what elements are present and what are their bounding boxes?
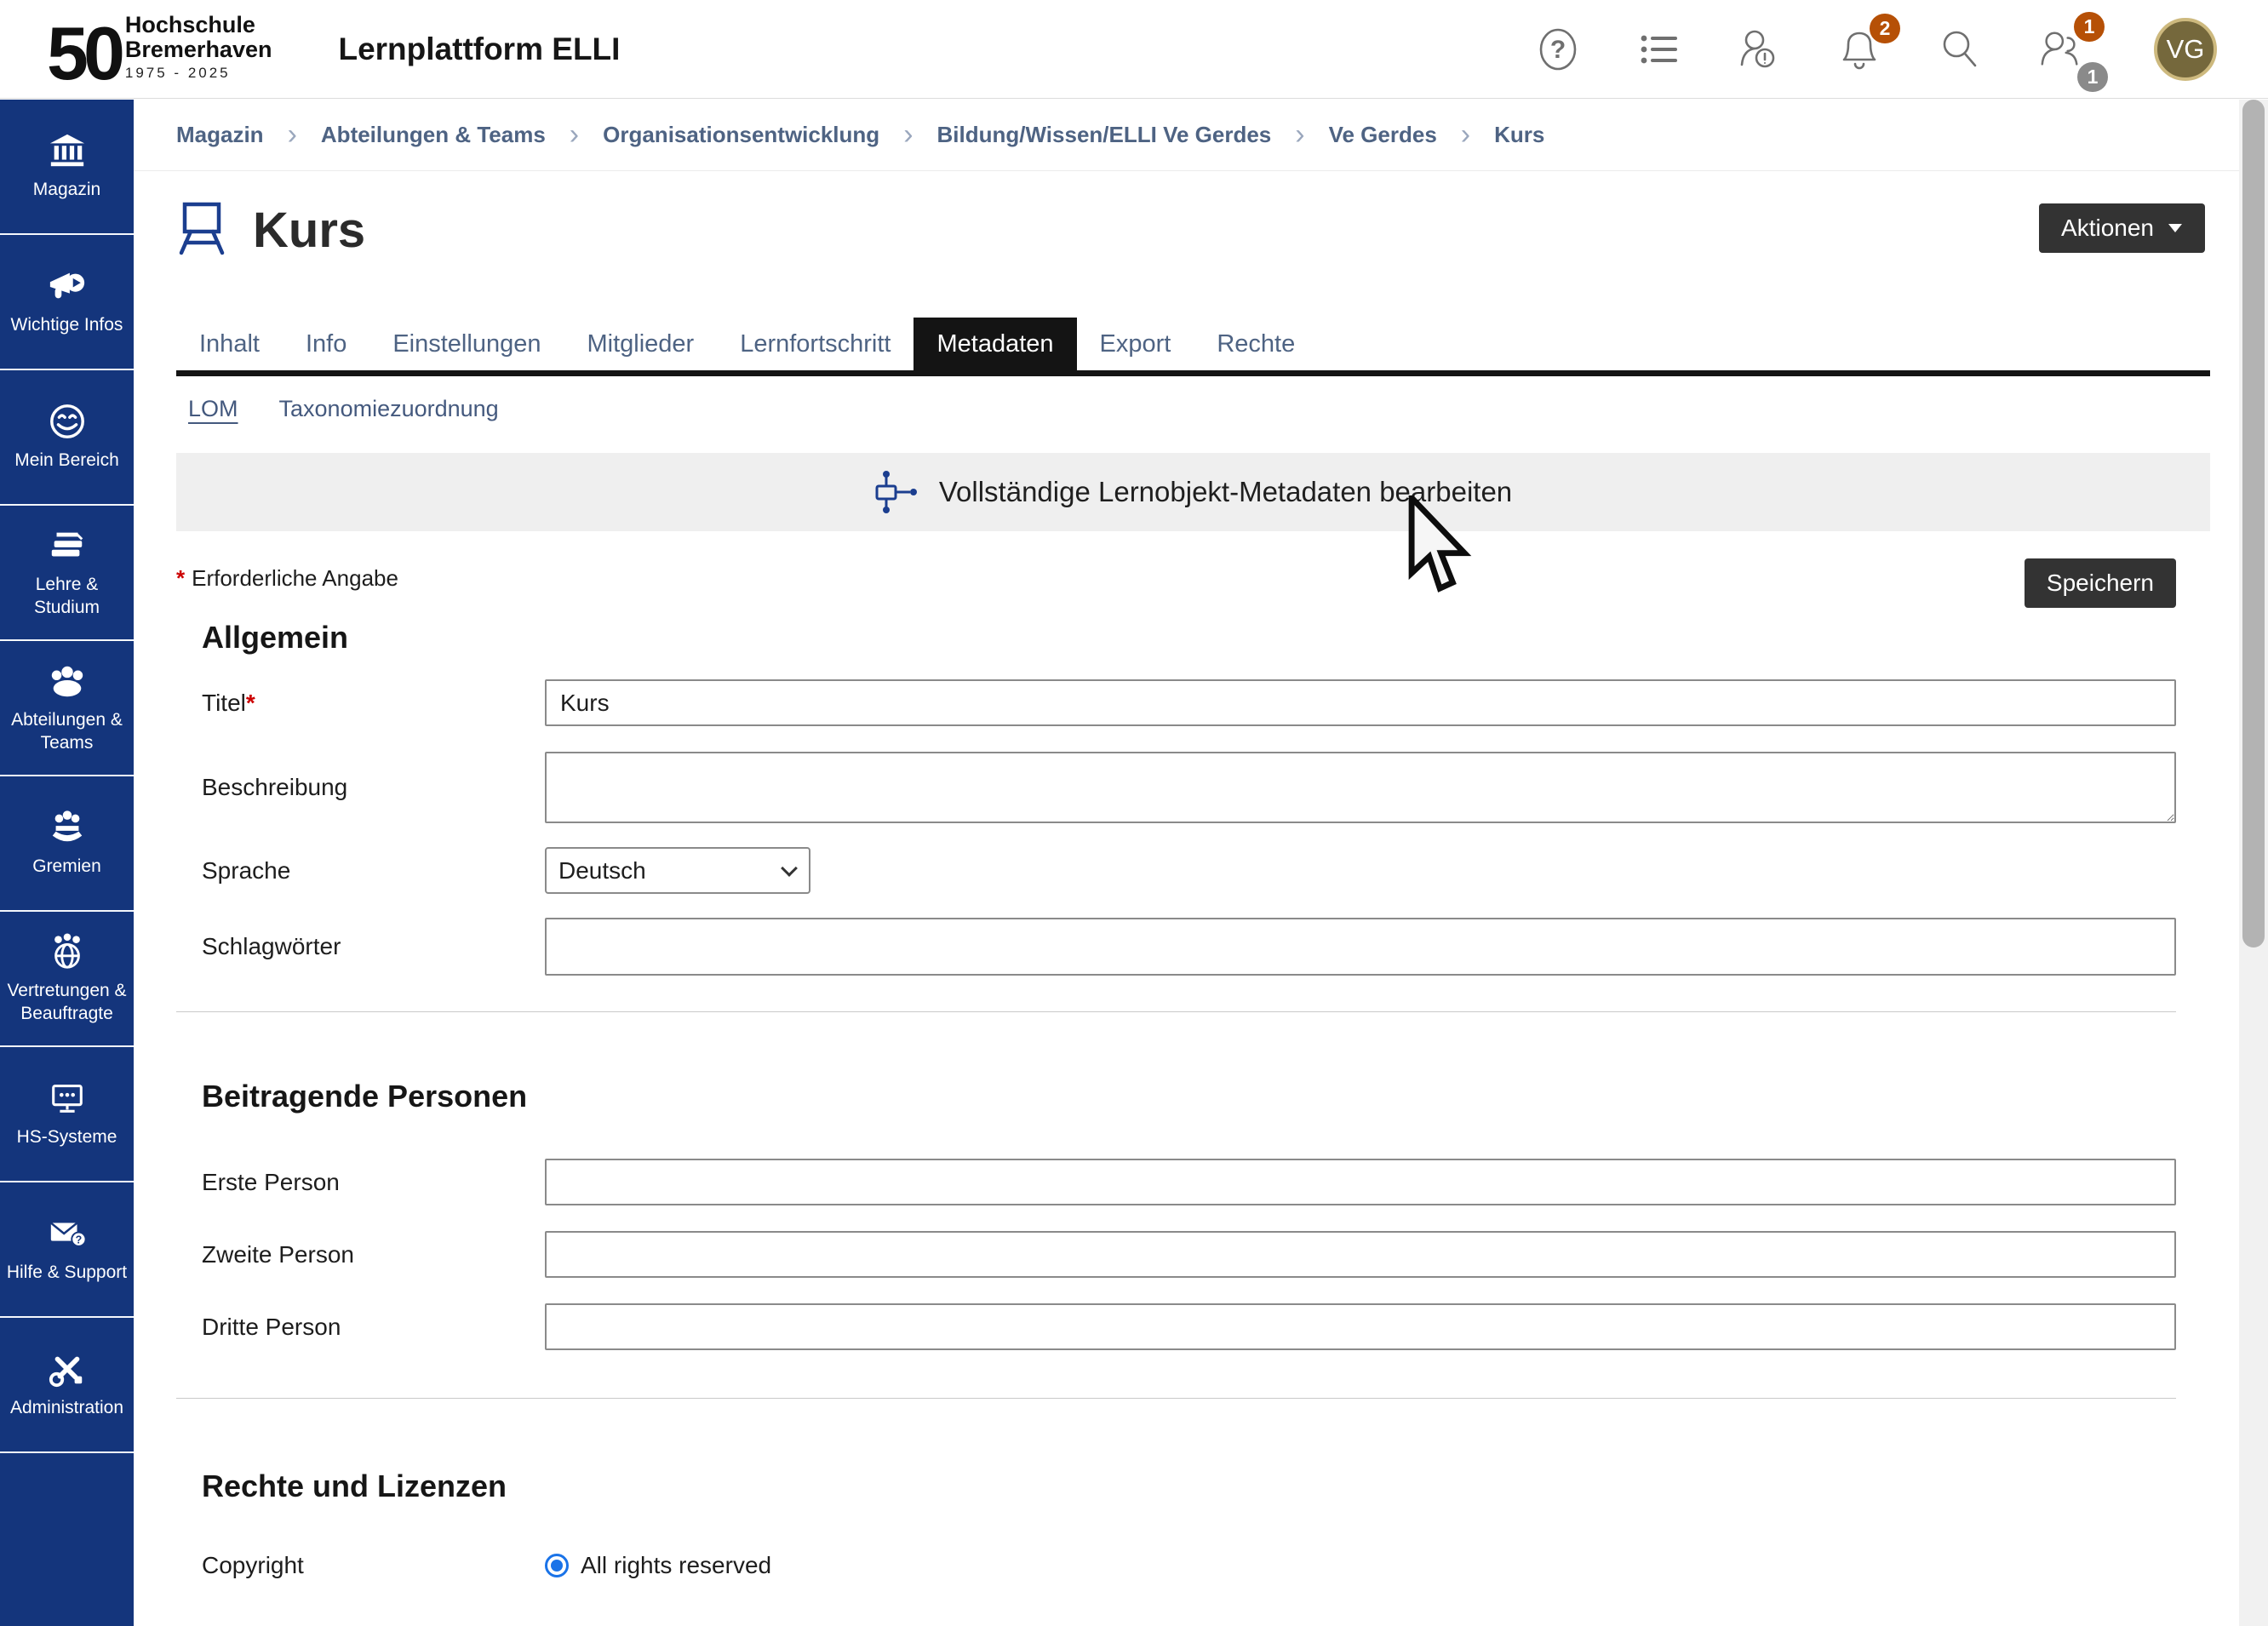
- sidebar-item-gremien[interactable]: Gremien: [0, 776, 134, 912]
- monitor-icon: [48, 1079, 87, 1118]
- tools-icon: [48, 1349, 87, 1388]
- care-group-icon: [48, 808, 87, 847]
- section-divider: [176, 1398, 2176, 1399]
- smiley-icon: [48, 402, 87, 441]
- beschreibung-label: Beschreibung: [202, 774, 545, 801]
- contacts-badge-count: 1: [2077, 62, 2108, 92]
- tab-mitglieder[interactable]: Mitglieder: [564, 318, 717, 370]
- chevron-right-icon: ›: [570, 118, 579, 152]
- bank-icon: [48, 131, 87, 170]
- main-area: Magazin › Abteilungen & Teams › Organisa…: [134, 100, 2239, 1626]
- schlagwoerter-label: Schlagwörter: [202, 933, 545, 960]
- chevron-right-icon: ›: [1461, 118, 1470, 152]
- tab-export[interactable]: Export: [1077, 318, 1194, 370]
- dritte-person-label: Dritte Person: [202, 1314, 545, 1341]
- bell-badge: 2: [1870, 14, 1900, 43]
- scrollbar: [2239, 100, 2268, 1626]
- breadcrumb-abteilungen[interactable]: Abteilungen & Teams: [321, 122, 546, 148]
- course-easel-icon: [176, 200, 227, 261]
- required-legend: *Erforderliche Angabe: [176, 558, 398, 592]
- subtab-taxonomiezuordnung[interactable]: Taxonomiezuordnung: [279, 396, 499, 422]
- tab-metadaten[interactable]: Metadaten: [914, 318, 1076, 370]
- screen: 50 Hochschule Bremerhaven 1975 - 2025 Le…: [0, 0, 2268, 1626]
- edit-full-metadata-link[interactable]: Vollständige Lernobjekt-Metadaten bearbe…: [176, 453, 2210, 531]
- search-icon[interactable]: [1938, 26, 1982, 73]
- svg-text:?: ?: [1550, 36, 1566, 64]
- breadcrumb-organisationsentwicklung[interactable]: Organisationsentwicklung: [603, 122, 879, 148]
- breadcrumb-kurs: Kurs: [1494, 122, 1544, 148]
- logo-50: 50: [47, 23, 120, 84]
- save-button[interactable]: Speichern: [2025, 558, 2176, 608]
- top-header: 50 Hochschule Bremerhaven 1975 - 2025 Le…: [0, 0, 2268, 99]
- svg-text:?: ?: [75, 1234, 82, 1246]
- breadcrumb: Magazin › Abteilungen & Teams › Organisa…: [134, 100, 2239, 171]
- zweite-person-label: Zweite Person: [202, 1241, 545, 1268]
- university-logo[interactable]: 50 Hochschule Bremerhaven 1975 - 2025: [47, 13, 272, 84]
- section-title-beitragende: Beitragende Personen: [202, 1079, 2176, 1114]
- contacts-icon[interactable]: 1 1: [2038, 26, 2082, 73]
- section-divider: [176, 1011, 2176, 1012]
- sidebar: Magazin Wichtige Infos Mein Bereich Le: [0, 100, 134, 1626]
- page-title: Kurs: [253, 202, 365, 259]
- tab-underline: [176, 370, 2210, 376]
- copyright-radio-label: All rights reserved: [581, 1552, 771, 1579]
- section-title-allgemein: Allgemein: [202, 620, 2176, 656]
- section-title-rechte: Rechte und Lizenzen: [202, 1469, 2176, 1504]
- tab-einstellungen[interactable]: Einstellungen: [369, 318, 564, 370]
- erste-person-input[interactable]: [545, 1159, 2176, 1205]
- tab-info[interactable]: Info: [283, 318, 369, 370]
- erste-person-label: Erste Person: [202, 1169, 545, 1196]
- actions-button[interactable]: Aktionen: [2039, 203, 2205, 253]
- dritte-person-input[interactable]: [545, 1303, 2176, 1350]
- metadata-node-icon: [874, 468, 919, 516]
- contacts-badge-new: 1: [2074, 12, 2105, 42]
- subtab-bar: LOM Taxonomiezuordnung: [176, 390, 2210, 427]
- megaphone-icon: [48, 266, 87, 306]
- sidebar-item-administration[interactable]: Administration: [0, 1318, 134, 1453]
- sidebar-item-lehre-studium[interactable]: Lehre & Studium: [0, 506, 134, 641]
- avatar[interactable]: VG: [2154, 18, 2217, 81]
- chevron-right-icon: ›: [903, 118, 913, 152]
- list-icon[interactable]: [1636, 26, 1681, 73]
- chevron-right-icon: ›: [1295, 118, 1304, 152]
- tab-lernfortschritt[interactable]: Lernfortschritt: [717, 318, 914, 370]
- copyright-label: Copyright: [202, 1552, 545, 1579]
- caret-down-icon: [2168, 223, 2183, 233]
- sidebar-item-wichtige-infos[interactable]: Wichtige Infos: [0, 235, 134, 370]
- sidebar-item-abteilungen-teams[interactable]: Abteilungen & Teams: [0, 641, 134, 776]
- copyright-radio[interactable]: [545, 1554, 569, 1577]
- tab-rechte[interactable]: Rechte: [1194, 318, 1318, 370]
- sprache-select[interactable]: Deutsch: [545, 847, 810, 894]
- subtab-lom[interactable]: LOM: [188, 396, 238, 422]
- globe-group-icon: [48, 932, 87, 971]
- schlagwoerter-input[interactable]: [545, 918, 2176, 976]
- logo-years: 1975 - 2025: [125, 65, 272, 82]
- logo-line2: Bremerhaven: [125, 37, 272, 62]
- breadcrumb-magazin[interactable]: Magazin: [176, 122, 264, 148]
- zweite-person-input[interactable]: [545, 1231, 2176, 1278]
- sidebar-item-hilfe-support[interactable]: ? Hilfe & Support: [0, 1182, 134, 1318]
- app-title: Lernplattform ELLI: [338, 31, 620, 67]
- tab-inhalt[interactable]: Inhalt: [176, 318, 283, 370]
- sidebar-item-hs-systeme[interactable]: HS-Systeme: [0, 1047, 134, 1182]
- titel-input[interactable]: [545, 679, 2176, 726]
- breadcrumb-bildung-wissen[interactable]: Bildung/Wissen/ELLI Ve Gerdes: [937, 122, 1272, 148]
- books-icon: [48, 526, 87, 565]
- chevron-right-icon: ›: [288, 118, 297, 152]
- user-alert-icon[interactable]: [1737, 26, 1781, 73]
- sidebar-item-vertretungen[interactable]: Vertretungen & Beauftragte: [0, 912, 134, 1047]
- sidebar-item-mein-bereich[interactable]: Mein Bereich: [0, 370, 134, 506]
- bell-icon[interactable]: 2: [1837, 26, 1881, 73]
- sprache-label: Sprache: [202, 857, 545, 885]
- beschreibung-textarea[interactable]: [545, 752, 2176, 823]
- mail-question-icon: ?: [48, 1214, 87, 1253]
- sidebar-item-magazin[interactable]: Magazin: [0, 100, 134, 235]
- help-icon[interactable]: ?: [1536, 26, 1580, 73]
- logo-line1: Hochschule: [125, 13, 272, 37]
- team-icon: [48, 661, 87, 701]
- scrollbar-thumb[interactable]: [2242, 100, 2265, 948]
- titel-label: Titel*: [202, 690, 545, 717]
- breadcrumb-ve-gerdes[interactable]: Ve Gerdes: [1329, 122, 1437, 148]
- tab-bar: Inhalt Info Einstellungen Mitglieder Ler…: [176, 318, 2210, 370]
